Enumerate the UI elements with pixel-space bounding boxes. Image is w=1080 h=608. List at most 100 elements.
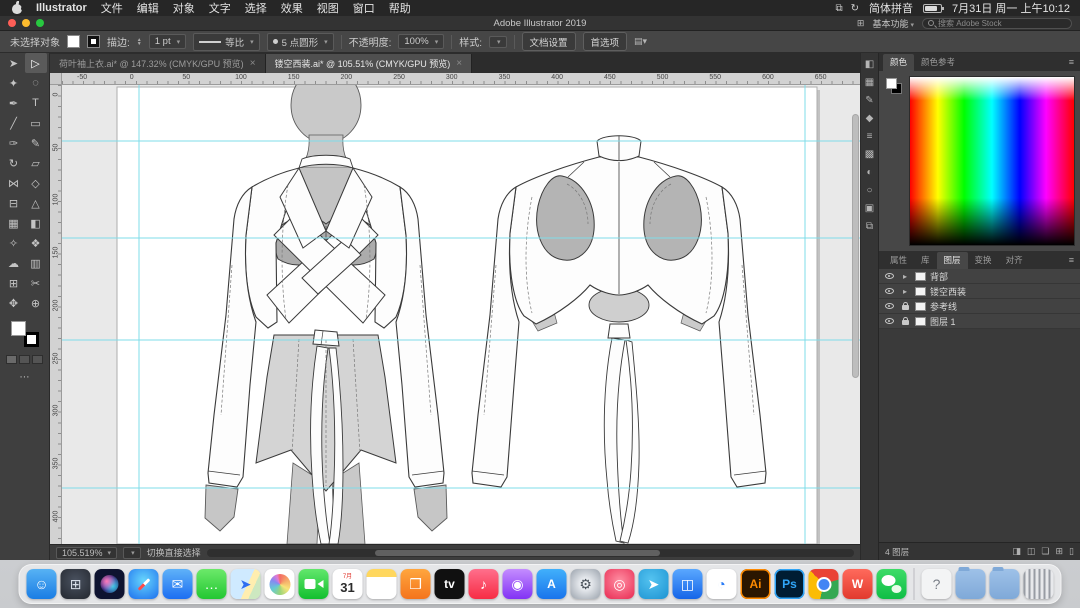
dock-notes[interactable]: [367, 569, 397, 599]
hand-tool[interactable]: ✥: [3, 293, 25, 313]
apple-menu-icon[interactable]: [10, 2, 24, 14]
menu-item[interactable]: 文件: [101, 0, 123, 16]
expand-toggle[interactable]: ▸: [899, 272, 911, 281]
close-icon[interactable]: ×: [250, 58, 256, 69]
scrollbar-thumb[interactable]: [375, 550, 660, 556]
document-tab[interactable]: 镂空西装.ai* @ 105.51% (CMYK/GPU 预览)×: [266, 54, 473, 73]
vertical-scrollbar[interactable]: [852, 87, 859, 542]
type-tool[interactable]: T: [25, 93, 47, 113]
new-layer-icon[interactable]: ⊞: [1056, 546, 1064, 557]
dock-system-preferences[interactable]: ⚙: [571, 569, 601, 599]
perspective-grid-tool[interactable]: △: [25, 193, 47, 213]
menu-item[interactable]: 文字: [209, 0, 231, 16]
dock-telegram[interactable]: ➤: [639, 569, 669, 599]
color-panel-tab[interactable]: 颜色: [883, 54, 914, 71]
free-transform-tool[interactable]: ◇: [25, 173, 47, 193]
rectangle-tool[interactable]: ▭: [25, 113, 47, 133]
symbols-panel-icon[interactable]: ◆: [866, 113, 874, 124]
layers-panel-tab[interactable]: 变换: [968, 252, 999, 269]
style-dropdown[interactable]: ▾: [489, 36, 507, 48]
battery-icon[interactable]: [923, 4, 942, 13]
zoom-tool[interactable]: ⊕: [25, 293, 47, 313]
appearance-panel-icon[interactable]: ○: [866, 185, 872, 196]
lock-toggle[interactable]: [899, 317, 911, 325]
mesh-tool[interactable]: ▦: [3, 213, 25, 233]
align-options-icon[interactable]: ▤▾: [634, 36, 647, 47]
layer-row[interactable]: 图层 1: [879, 314, 1080, 329]
lasso-tool[interactable]: ◌: [25, 73, 47, 93]
dock-podcasts[interactable]: ◉: [503, 569, 533, 599]
horizontal-ruler[interactable]: -500501001502002503003504004505005506006…: [62, 73, 860, 85]
direct-selection-tool[interactable]: ▷: [25, 53, 47, 73]
dock-facetime[interactable]: [299, 569, 329, 599]
dock-calendar[interactable]: 7月31: [333, 569, 363, 599]
transparency-panel-icon[interactable]: ◐: [866, 167, 872, 178]
layer-row[interactable]: 参考线: [879, 299, 1080, 314]
line-segment-tool[interactable]: ╱: [3, 113, 25, 133]
gradient-tool[interactable]: ◧: [25, 213, 47, 233]
dock-photos[interactable]: [265, 569, 295, 599]
stroke-weight-stepper[interactable]: ▲▼: [137, 38, 142, 46]
paintbrush-tool[interactable]: ✑: [3, 133, 25, 153]
artboard-navigation-dropdown[interactable]: ▾: [123, 547, 141, 559]
close-window-button[interactable]: [8, 19, 16, 27]
fill-box-icon[interactable]: [11, 321, 26, 336]
expand-toggle[interactable]: ▸: [899, 287, 911, 296]
libraries-panel-icon[interactable]: ▣: [865, 203, 874, 214]
visibility-toggle[interactable]: [883, 288, 895, 294]
color-spectrum[interactable]: [909, 76, 1075, 246]
artboard-tool[interactable]: ⊞: [3, 273, 25, 293]
dock-siri[interactable]: [95, 569, 125, 599]
edit-toolbar-icon[interactable]: ⋯: [20, 372, 30, 383]
sync-status-icon[interactable]: ↻: [851, 3, 859, 14]
magic-wand-tool[interactable]: ✦: [3, 73, 25, 93]
collect-export-icon[interactable]: ◨: [1012, 546, 1021, 557]
pencil-tool[interactable]: ✎: [25, 133, 47, 153]
visibility-toggle[interactable]: [883, 303, 895, 309]
brushes-panel-icon[interactable]: ✎: [865, 95, 873, 106]
panel-menu-icon[interactable]: ≡: [1069, 255, 1074, 265]
dock-trash[interactable]: [1024, 569, 1054, 599]
dock-messages[interactable]: …: [197, 569, 227, 599]
workspace-switcher[interactable]: 基本功能▾: [872, 14, 914, 32]
scrollbar-thumb[interactable]: [852, 114, 859, 378]
dock-illustrator[interactable]: Ai: [741, 569, 771, 599]
color-panel-icon[interactable]: ◧: [865, 59, 874, 70]
stroke-profile-dropdown[interactable]: 等比▾: [193, 33, 260, 51]
app-menu[interactable]: Illustrator: [36, 2, 87, 14]
gradient-panel-icon[interactable]: ▩: [865, 149, 874, 160]
menu-item[interactable]: 编辑: [137, 0, 159, 16]
vertical-ruler[interactable]: 050100150200250300350400: [50, 85, 62, 544]
dock-mail[interactable]: ✉: [163, 569, 193, 599]
dock-unknown-app[interactable]: ?: [922, 569, 952, 599]
stroke-color-swatch[interactable]: [87, 35, 100, 48]
fill-chip[interactable]: [886, 78, 897, 89]
stroke-panel-icon[interactable]: ≡: [867, 131, 873, 142]
opacity-value-dropdown[interactable]: 100%▾: [398, 34, 444, 49]
column-graph-tool[interactable]: ▥: [25, 253, 47, 273]
shape-builder-tool[interactable]: ⊟: [3, 193, 25, 213]
horizontal-scrollbar[interactable]: [207, 549, 854, 557]
dock-chrome[interactable]: [809, 569, 839, 599]
fill-stroke-control[interactable]: [11, 321, 39, 347]
zoom-window-button[interactable]: [36, 19, 44, 27]
dock-appletv[interactable]: tv: [435, 569, 465, 599]
menu-item[interactable]: 窗口: [353, 0, 375, 16]
menu-item[interactable]: 选择: [245, 0, 267, 16]
lock-toggle[interactable]: [899, 302, 911, 310]
visibility-toggle[interactable]: [883, 318, 895, 324]
visibility-toggle[interactable]: [883, 273, 895, 279]
stock-search-input[interactable]: 搜索 Adobe Stock: [922, 18, 1072, 29]
arrange-documents-icon[interactable]: ⊞: [857, 18, 865, 29]
ruler-origin-corner[interactable]: [50, 73, 62, 85]
dock-appstore[interactable]: A: [537, 569, 567, 599]
document-tab[interactable]: 荷叶袖上衣.ai* @ 147.32% (CMYK/GPU 预览)×: [50, 54, 266, 73]
dock-launchpad[interactable]: ⊞: [61, 569, 91, 599]
dock-netdisk-app[interactable]: ◔: [707, 569, 737, 599]
dock-wps[interactable]: W: [843, 569, 873, 599]
color-panel-tab[interactable]: 颜色参考: [914, 54, 962, 71]
preferences-button[interactable]: 首选项: [583, 32, 628, 51]
eyedropper-tool[interactable]: ✧: [3, 233, 25, 253]
blend-tool[interactable]: ❖: [25, 233, 47, 253]
layers-panel-tab[interactable]: 属性: [883, 252, 914, 269]
